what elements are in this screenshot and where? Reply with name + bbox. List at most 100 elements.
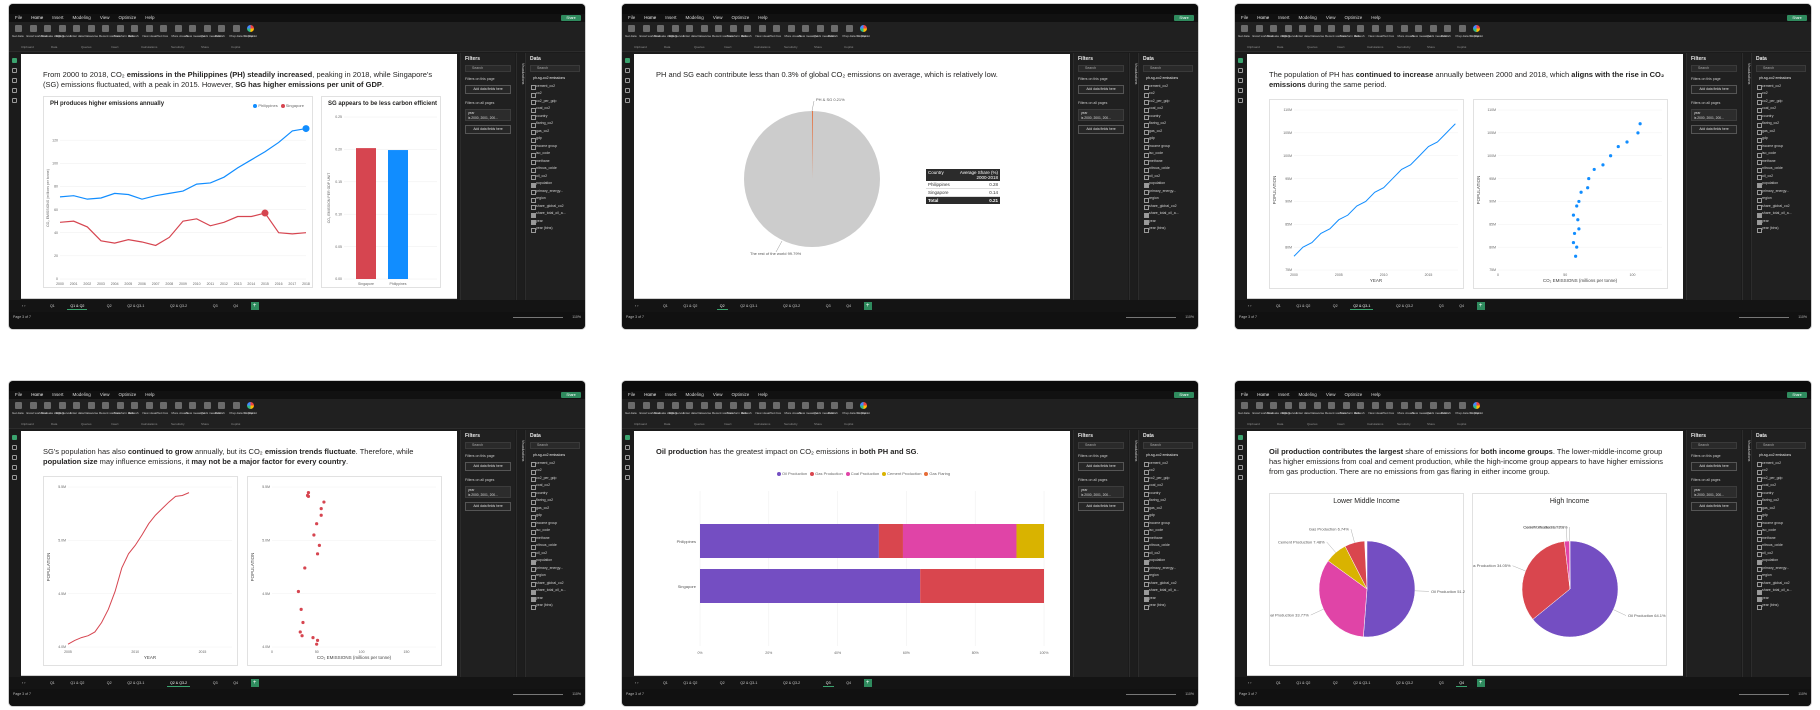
add-data-fields-drop[interactable]: Add data fields here	[1691, 125, 1737, 134]
tmdl-icon[interactable]	[625, 98, 630, 103]
field-item[interactable]: co2_per_gdp	[1755, 98, 1810, 106]
table-node[interactable]: ph-sg-co2 emissions	[529, 452, 584, 460]
ribbon-icon[interactable]	[58, 25, 66, 32]
scatter-point[interactable]	[319, 513, 323, 517]
table-node[interactable]: ph-sg-co2 emissions	[1142, 452, 1197, 460]
ribbon-button-label[interactable]: New visual	[143, 411, 158, 415]
bar-segment[interactable]	[1016, 524, 1044, 558]
field-item[interactable]: co2	[529, 467, 584, 475]
field-item[interactable]: share_global_co2	[1755, 580, 1810, 588]
ribbon-button-label[interactable]: Dataverse	[85, 34, 99, 38]
ribbon-icon[interactable]	[232, 25, 240, 32]
ribbon-icon[interactable]	[860, 25, 867, 32]
ribbon-icon[interactable]	[715, 402, 722, 409]
field-item[interactable]: methane	[1142, 535, 1197, 543]
menu-item[interactable]: Modeling	[1299, 14, 1317, 22]
ribbon-icon[interactable]	[73, 25, 80, 32]
bar-segment[interactable]	[902, 524, 1017, 558]
field-item[interactable]: cement_co2	[1142, 83, 1197, 91]
ribbon-icon[interactable]	[189, 402, 196, 409]
page-tab[interactable]: Q1 & Q2	[680, 680, 700, 687]
ribbon-icon[interactable]	[787, 402, 795, 409]
field-item[interactable]: gdp	[1142, 512, 1197, 520]
field-item[interactable]: share_global_co2	[1755, 203, 1810, 211]
field-item[interactable]: coal_co2	[1755, 482, 1810, 490]
ribbon-icon[interactable]	[58, 402, 66, 409]
field-item[interactable]: country	[529, 113, 584, 121]
field-item[interactable]: methane	[529, 535, 584, 543]
model-view-icon[interactable]	[12, 78, 17, 83]
scatter-point[interactable]	[322, 500, 326, 504]
ribbon-button-label[interactable]: Copilot	[1470, 34, 1479, 38]
ribbon-button-label[interactable]: Refresh	[741, 34, 752, 38]
page-nav-icons[interactable]: ‹ ›	[1245, 680, 1254, 687]
report-view-icon[interactable]	[1238, 58, 1243, 63]
ribbon-icon[interactable]	[845, 25, 853, 32]
field-item[interactable]: coal_co2	[1142, 482, 1197, 490]
field-item[interactable]: share_total_oil_a...	[529, 210, 584, 218]
field-item[interactable]: co2	[1755, 467, 1810, 475]
report-view-icon[interactable]	[12, 58, 17, 63]
ribbon-button-label[interactable]: Refresh	[128, 411, 139, 415]
field-item[interactable]: income group	[529, 143, 584, 151]
ribbon-icon[interactable]	[729, 402, 737, 409]
add-page-button[interactable]: +	[863, 679, 872, 687]
menu-item[interactable]: View	[713, 391, 723, 399]
ribbon-icon[interactable]	[1284, 25, 1292, 32]
field-item[interactable]: coal_co2	[1755, 105, 1810, 113]
field-item[interactable]: year	[1142, 218, 1197, 226]
field-item[interactable]: population	[1755, 180, 1810, 188]
scatter-point[interactable]	[1577, 199, 1581, 204]
add-data-fields-drop[interactable]: Add data fields here	[1078, 462, 1124, 471]
bar-segment[interactable]	[920, 569, 1044, 603]
scatter-point[interactable]	[1572, 231, 1577, 236]
menu-item[interactable]: Optimize	[119, 391, 137, 399]
menu-item[interactable]: View	[1326, 14, 1336, 22]
dax-query-icon[interactable]	[12, 88, 17, 93]
model-view-icon[interactable]	[1238, 78, 1243, 83]
page-tab[interactable]: Q1	[660, 680, 671, 687]
ribbon-button-label[interactable]: Get data	[1238, 34, 1250, 38]
table-view-icon[interactable]	[625, 68, 630, 73]
ribbon-icon[interactable]	[203, 25, 211, 32]
ribbon-icon[interactable]	[773, 25, 780, 32]
menu-item[interactable]: File	[1241, 14, 1248, 22]
field-item[interactable]: year	[529, 218, 584, 226]
ribbon-icon[interactable]	[628, 402, 635, 409]
ribbon-icon[interactable]	[642, 402, 650, 409]
field-item[interactable]: methane	[1755, 158, 1810, 166]
scatter-point[interactable]	[1638, 122, 1642, 126]
field-item[interactable]: country	[529, 490, 584, 498]
population-vs-co2-scatter[interactable]: 75M 80M 85M 90M 95M 100M 105M 110M 0 50 100 CO₂ EMI…	[1473, 99, 1668, 289]
ribbon-button-label[interactable]: Copilot	[244, 34, 253, 38]
field-item[interactable]: primary_energy...	[1755, 188, 1810, 196]
ribbon-button-label[interactable]: New visual	[756, 34, 771, 38]
page-tab[interactable]: Q2 & Q3-1	[124, 303, 147, 310]
ribbon-icon[interactable]	[671, 25, 679, 32]
menu-item[interactable]: View	[1326, 391, 1336, 399]
field-item[interactable]: cement_co2	[1755, 460, 1810, 468]
ribbon-button-label[interactable]: New visual	[1369, 411, 1384, 415]
field-item[interactable]: oil_co2	[1142, 173, 1197, 181]
ribbon-icon[interactable]	[802, 25, 809, 32]
field-item[interactable]: income group	[1755, 520, 1810, 528]
column-header[interactable]: Country	[928, 170, 958, 180]
field-item[interactable]: gas_co2	[1142, 505, 1197, 513]
zoom-slider[interactable]	[513, 694, 563, 695]
page-tab[interactable]: Q1	[47, 680, 58, 687]
menu-item[interactable]: File	[15, 391, 22, 399]
scatter-point[interactable]	[303, 566, 307, 570]
field-item[interactable]: coal_co2	[529, 482, 584, 490]
scatter-point[interactable]	[305, 493, 310, 498]
ribbon-icon[interactable]	[131, 402, 138, 409]
dax-query-icon[interactable]	[1238, 88, 1243, 93]
page-nav-icons[interactable]: ‹ ›	[19, 303, 28, 310]
field-item[interactable]: year	[529, 595, 584, 603]
field-item[interactable]: primary_energy...	[529, 188, 584, 196]
model-view-icon[interactable]	[625, 455, 630, 460]
field-item[interactable]: flaring_co2	[1755, 497, 1810, 505]
field-item[interactable]: share_total_oil_a...	[1755, 210, 1810, 218]
field-item[interactable]: flaring_co2	[529, 497, 584, 505]
ribbon-icon[interactable]	[1415, 402, 1422, 409]
field-item[interactable]: oil_co2	[1755, 550, 1810, 558]
